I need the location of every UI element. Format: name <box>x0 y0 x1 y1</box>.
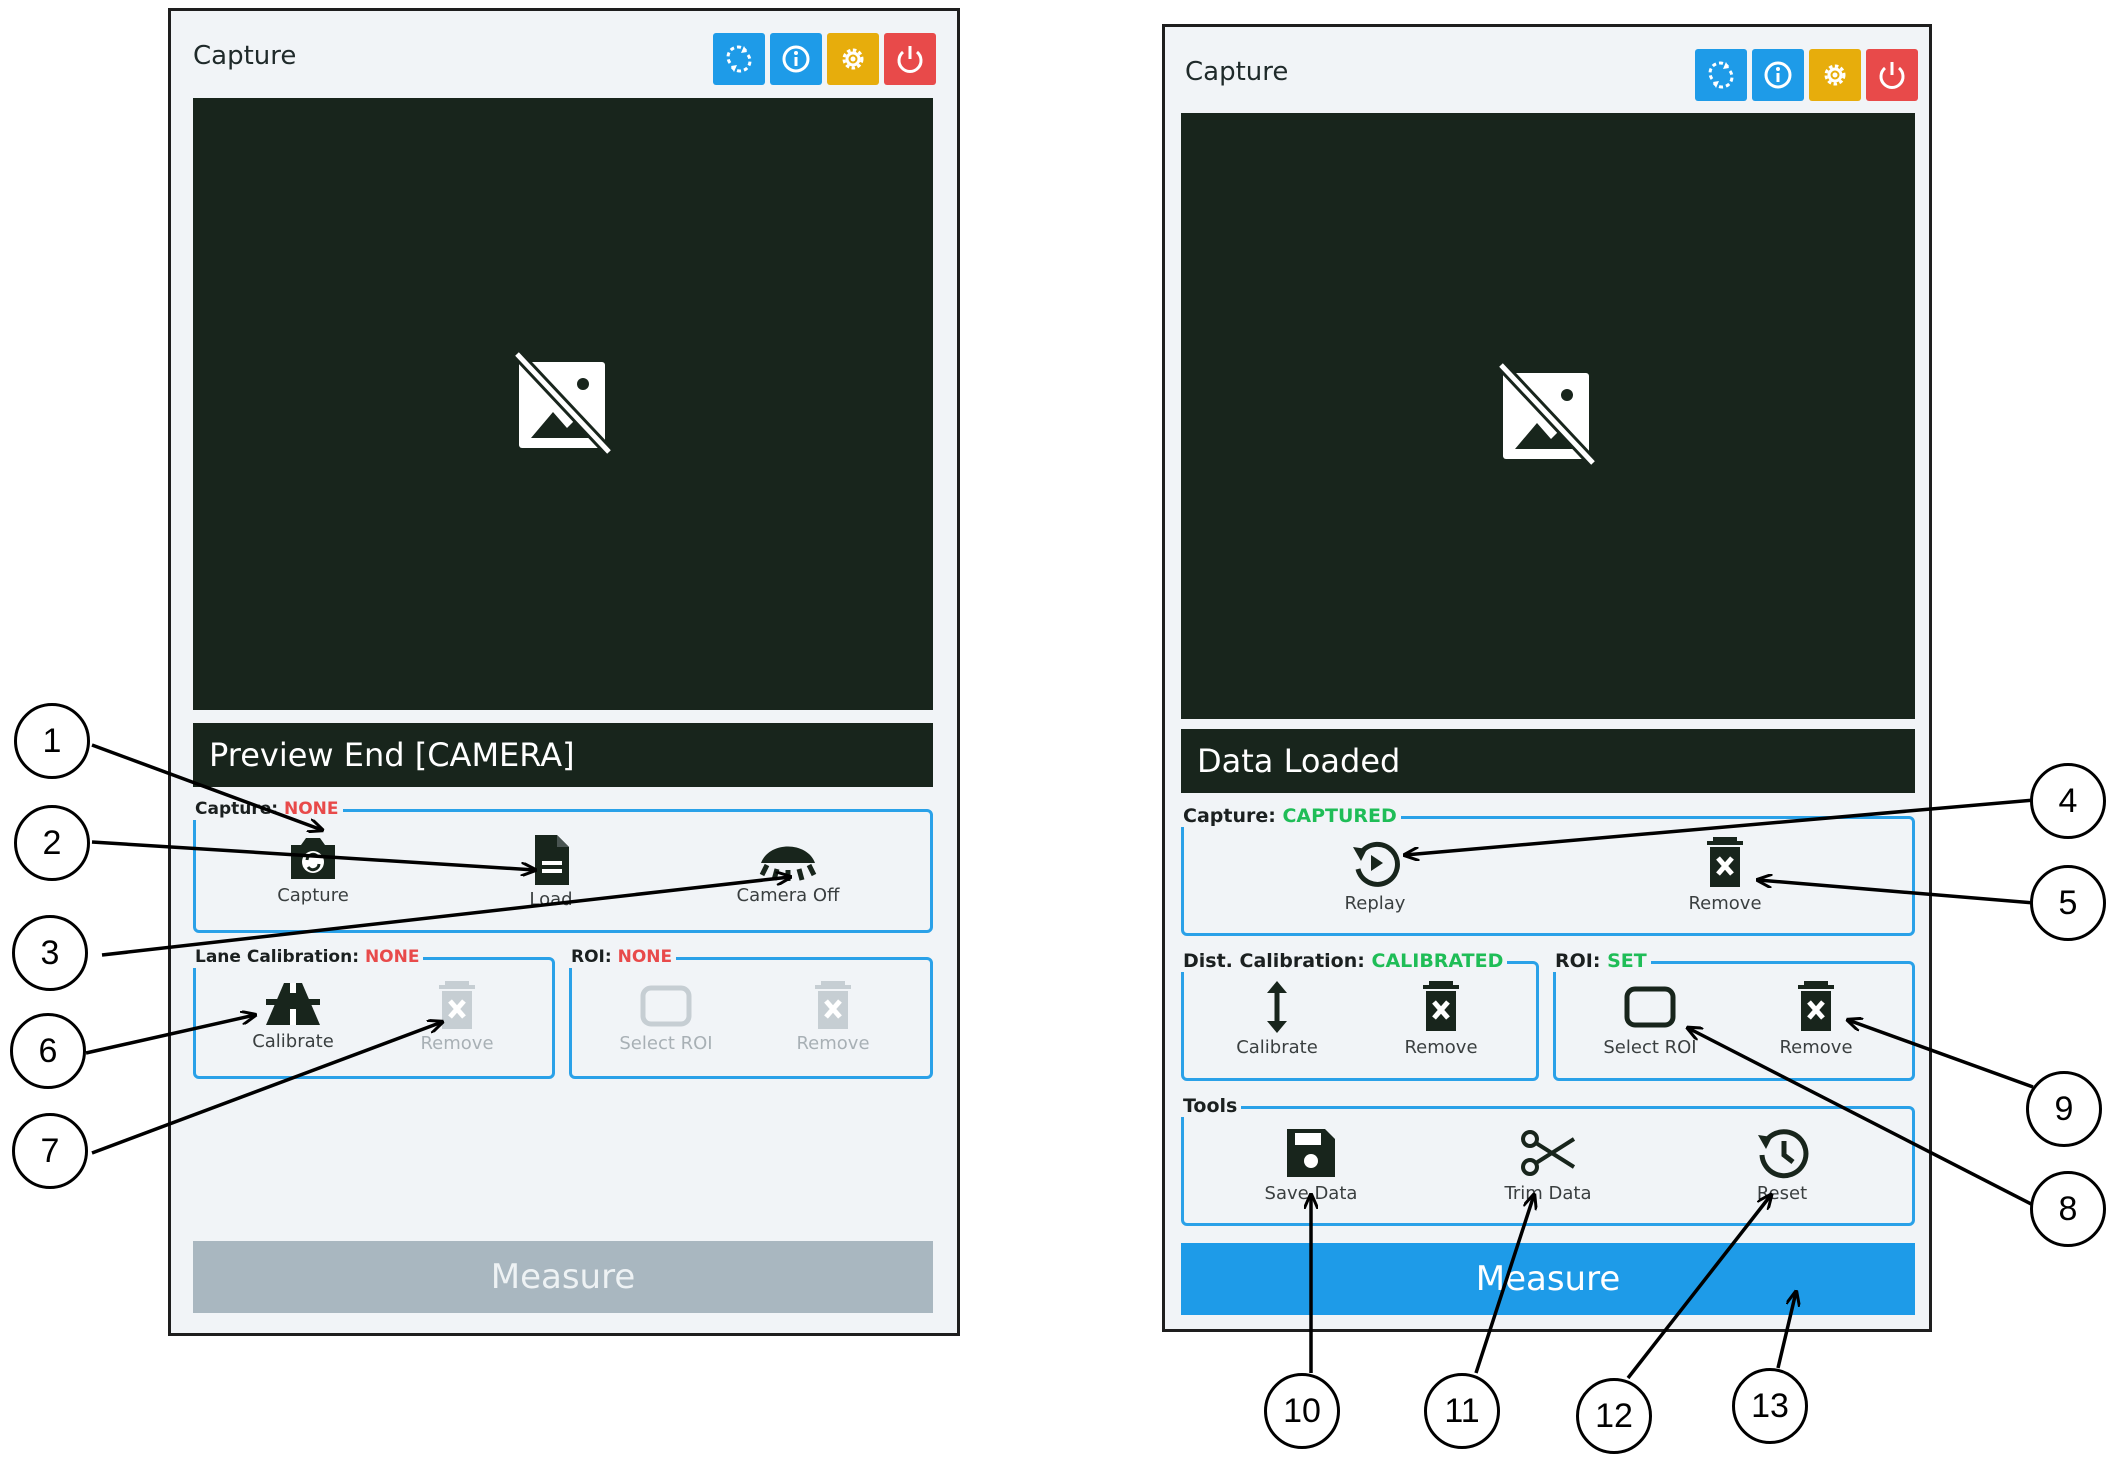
arrow-8 <box>1688 1028 2034 1207</box>
callout-8: 8 <box>2030 1171 2106 1247</box>
arrow-5 <box>1758 880 2035 905</box>
callout-2: 2 <box>14 805 90 881</box>
arrow-13 <box>1776 1292 1796 1369</box>
callout-10: 10 <box>1264 1373 1340 1449</box>
arrow-12 <box>1626 1195 1771 1380</box>
callout-11: 11 <box>1424 1373 1500 1449</box>
arrow-9 <box>1848 1020 2034 1089</box>
arrow-4 <box>1405 798 2035 855</box>
callout-3: 3 <box>12 915 88 991</box>
callout-5: 5 <box>2030 865 2106 941</box>
arrow-3 <box>101 877 790 957</box>
annotation-arrows <box>85 743 2035 1380</box>
arrow-6 <box>85 1015 255 1055</box>
callout-1: 1 <box>14 703 90 779</box>
arrow-1 <box>91 743 322 830</box>
callout-6: 6 <box>10 1013 86 1089</box>
arrow-11 <box>1474 1195 1534 1374</box>
callout-4: 4 <box>2030 763 2106 839</box>
callout-7: 7 <box>12 1113 88 1189</box>
callout-9: 9 <box>2026 1071 2102 1147</box>
arrow-2 <box>91 840 535 870</box>
arrow-7 <box>91 1022 442 1155</box>
callout-12: 12 <box>1576 1378 1652 1454</box>
callout-13: 13 <box>1732 1368 1808 1444</box>
